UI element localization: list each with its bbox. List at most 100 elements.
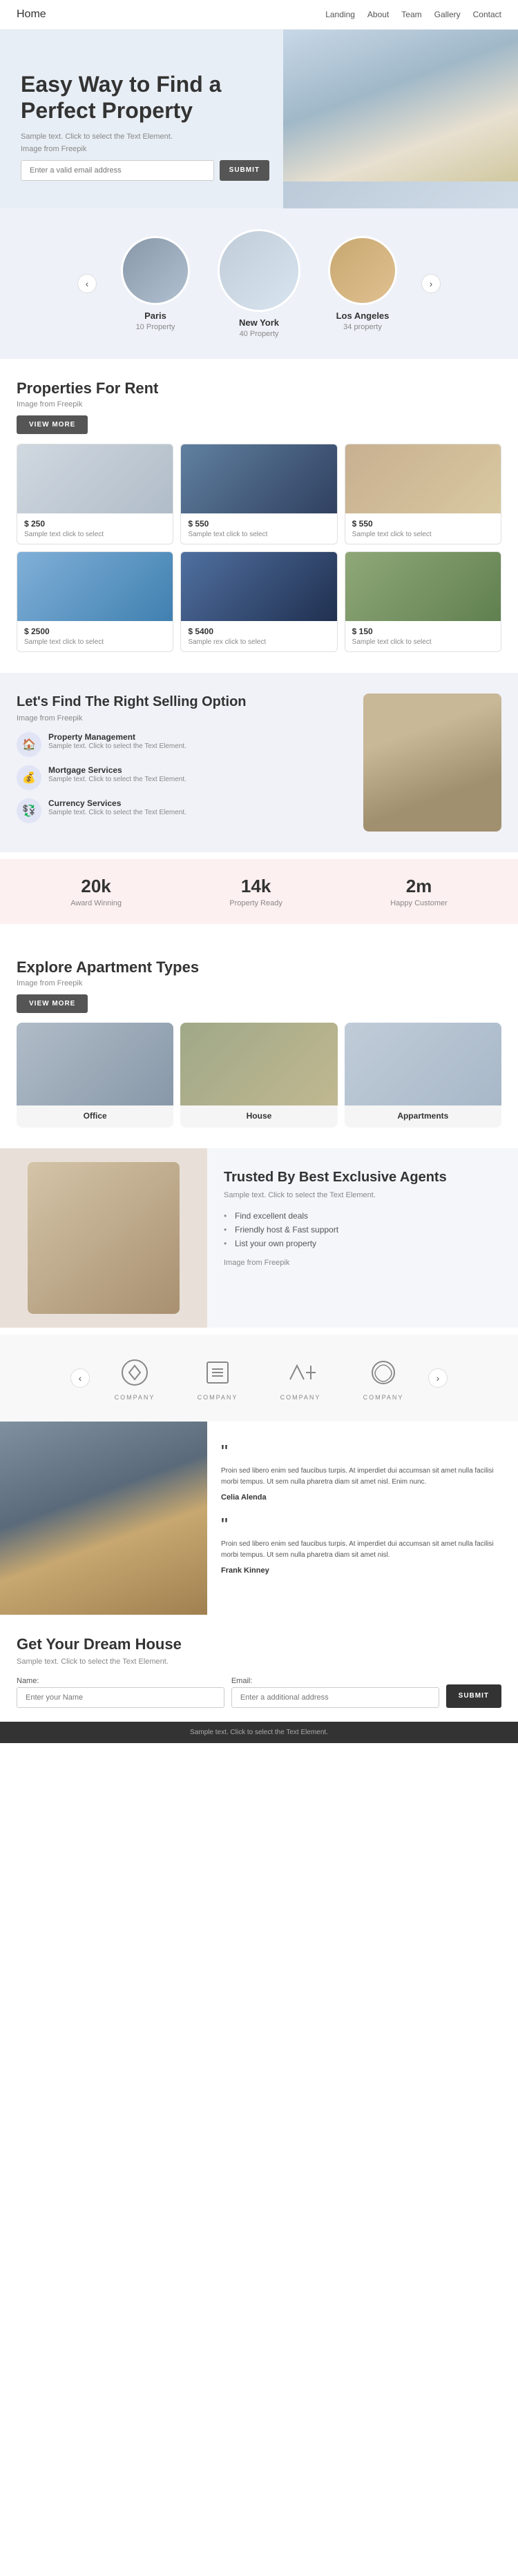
dream-email-input[interactable] (231, 1687, 439, 1708)
property-price-5: $ 150 (352, 627, 494, 636)
city-image-newyork (220, 231, 298, 310)
apt-image-office (17, 1023, 173, 1105)
trusted-feature-2: List your own property (224, 1237, 501, 1250)
properties-view-more-wrap: VIEW MORE (0, 415, 518, 444)
property-price-2: $ 550 (352, 519, 494, 529)
property-image-5 (345, 552, 501, 621)
selling-left: Let's Find The Right Selling Option Imag… (17, 694, 349, 823)
trusted-left (0, 1148, 207, 1328)
quote-text-1: Proin sed libero enim sed faucibus turpi… (221, 1539, 504, 1561)
footer: Sample text. Click to select the Text El… (0, 1722, 518, 1743)
city-item-newyork: New York 40 Property (214, 229, 304, 338)
partner-item-1: COMPANY (180, 1355, 256, 1401)
hero-submit-button[interactable]: SUBMIT (220, 160, 269, 181)
partner-logo-0 (114, 1355, 155, 1390)
table-row[interactable]: $ 150 Sample text click to select (345, 551, 501, 652)
partners-next-button[interactable]: › (428, 1368, 448, 1388)
nav-link-team[interactable]: Team (401, 10, 421, 19)
dream-name-group: Name: (17, 1677, 224, 1708)
apt-card-house[interactable]: House (180, 1023, 337, 1128)
explore-view-more-button[interactable]: VIEW MORE (17, 994, 88, 1013)
dream-section: Get Your Dream House Sample text. Click … (0, 1615, 518, 1722)
testimonial-0: " Proin sed libero enim sed faucibus tur… (221, 1442, 504, 1502)
properties-image-credit: Image from Freepik (17, 400, 501, 409)
hero-form: SUBMIT (21, 160, 269, 181)
trusted-section: Trusted By Best Exclusive Agents Sample … (0, 1148, 518, 1328)
city-name-la: Los Angeles (318, 311, 407, 321)
partner-item-0: COMPANY (97, 1355, 173, 1401)
testimonial-right: " Proin sed libero enim sed faucibus tur… (207, 1422, 518, 1615)
dream-sample: Sample text. Click to select the Text El… (17, 1658, 501, 1666)
property-label-2: Sample text click to select (352, 531, 494, 538)
table-row[interactable]: $ 250 Sample text click to select (17, 444, 173, 544)
dream-email-group: Email: (231, 1677, 439, 1708)
nav-link-gallery[interactable]: Gallery (434, 10, 461, 19)
property-info-2: $ 550 Sample text click to select (345, 513, 501, 544)
apt-image-appartments (345, 1023, 501, 1105)
feature-text-1: Mortgage Services Sample text. Click to … (48, 765, 186, 785)
hero-sample-text: Sample text. Click to select the Text El… (21, 132, 269, 141)
stat-label-customer: Happy Customer (390, 899, 448, 907)
cities-prev-button[interactable]: ‹ (77, 274, 97, 293)
selling-feature-0: 🏠 Property Management Sample text. Click… (17, 732, 349, 757)
selling-section: Let's Find The Right Selling Option Imag… (0, 673, 518, 852)
apt-label-appartments: Appartments (345, 1105, 501, 1128)
city-circle-newyork (218, 229, 300, 312)
city-count-newyork: 40 Property (214, 330, 304, 338)
partner-logo-3 (363, 1355, 404, 1390)
stat-number-customer: 2m (390, 876, 448, 897)
dream-name-label: Name: (17, 1677, 224, 1685)
properties-view-more-button[interactable]: VIEW MORE (17, 415, 88, 434)
nav-link-contact[interactable]: Contact (473, 10, 501, 19)
nav-link-landing[interactable]: Landing (325, 10, 355, 19)
apt-card-office[interactable]: Office (17, 1023, 173, 1128)
city-name-paris: Paris (111, 311, 200, 321)
table-row[interactable]: $ 2500 Sample text click to select (17, 551, 173, 652)
table-row[interactable]: $ 550 Sample text click to select (180, 444, 337, 544)
partner-logo-2 (280, 1355, 321, 1390)
stat-customer: 2m Happy Customer (390, 876, 448, 907)
trusted-title: Trusted By Best Exclusive Agents (224, 1169, 501, 1186)
city-image-paris (123, 238, 188, 303)
dream-name-input[interactable] (17, 1687, 224, 1708)
dream-submit-button[interactable]: SUBMIT (446, 1684, 501, 1708)
quote-author-1: Frank Kinney (221, 1566, 504, 1575)
table-row[interactable]: $ 5400 Sample rex click to select (180, 551, 337, 652)
currency-icon: 💱 (17, 798, 41, 823)
property-price-0: $ 250 (24, 519, 166, 529)
selling-keys-image (363, 694, 501, 832)
explore-image-credit: Image from Freepik (17, 979, 501, 987)
feature-desc-0: Sample text. Click to select the Text El… (48, 742, 186, 751)
trusted-sample: Sample text. Click to select the Text El… (224, 1191, 501, 1199)
trusted-feature-0: Find excellent deals (224, 1209, 501, 1223)
property-price-4: $ 5400 (188, 627, 329, 636)
partner-item-3: COMPANY (345, 1355, 421, 1401)
stat-number-award: 20k (70, 876, 122, 897)
property-image-0 (17, 444, 173, 513)
feature-title-2: Currency Services (48, 798, 186, 808)
partners-carousel: ‹ COMPANY COMPANY (0, 1348, 518, 1408)
hero-section: Easy Way to Find a Perfect Property Samp… (0, 30, 518, 208)
testimonial-1: " Proin sed libero enim sed faucibus tur… (221, 1515, 504, 1575)
nav-logo[interactable]: Home (17, 8, 46, 21)
hero-image (283, 30, 518, 208)
cities-section: ‹ Paris 10 Property New York 40 Property… (0, 208, 518, 359)
table-row[interactable]: $ 550 Sample text click to select (345, 444, 501, 544)
feature-desc-2: Sample text. Click to select the Text El… (48, 808, 186, 818)
dream-title: Get Your Dream House (17, 1635, 501, 1653)
property-image-2 (345, 444, 501, 513)
trusted-keys-image (28, 1162, 180, 1314)
partners-prev-button[interactable]: ‹ (70, 1368, 90, 1388)
apt-card-appartments[interactable]: Appartments (345, 1023, 501, 1128)
nav-link-about[interactable]: About (367, 10, 389, 19)
property-image-3 (17, 552, 173, 621)
explore-section-header: Explore Apartment Types Image from Freep… (0, 938, 518, 994)
feature-text-2: Currency Services Sample text. Click to … (48, 798, 186, 818)
quote-mark-1: " (221, 1515, 504, 1535)
cities-next-button[interactable]: › (421, 274, 441, 293)
hero-image-credit: Image from Freepik (21, 145, 269, 153)
quote-text-0: Proin sed libero enim sed faucibus turpi… (221, 1466, 504, 1488)
keys-photo (363, 694, 501, 832)
hero-email-input[interactable] (21, 160, 214, 181)
property-label-3: Sample text click to select (24, 638, 166, 646)
